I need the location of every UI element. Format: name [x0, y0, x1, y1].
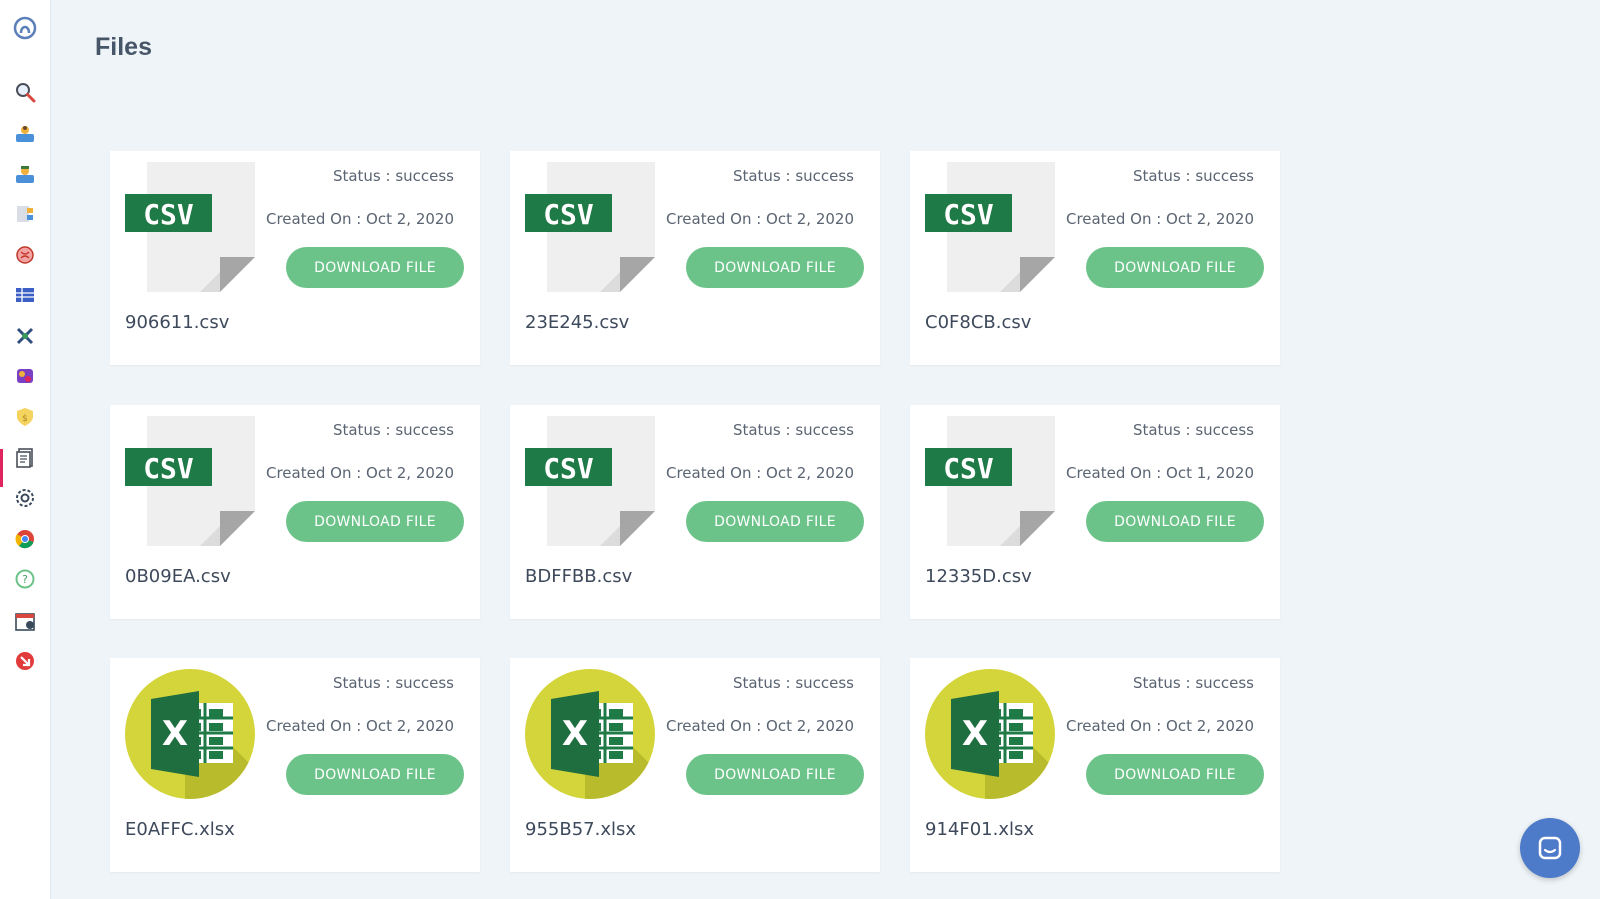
file-status: Status : success — [732, 421, 854, 439]
file-card: X Status : success Created On : Oct 2, 2… — [510, 658, 880, 872]
csv-file-icon: CSV — [925, 162, 1055, 292]
file-card: CSV Status : success Created On : Oct 2,… — [510, 151, 880, 365]
download-file-button[interactable]: DOWNLOAD FILE — [1086, 247, 1264, 288]
svg-text:X: X — [562, 714, 588, 754]
download-file-button[interactable]: DOWNLOAD FILE — [286, 754, 464, 795]
file-created-date: Created On : Oct 2, 2020 — [666, 717, 854, 735]
file-created-date: Created On : Oct 2, 2020 — [1066, 717, 1254, 735]
file-name: 914F01.xlsx — [925, 819, 1035, 840]
team-icon[interactable] — [13, 162, 37, 186]
download-file-button[interactable]: DOWNLOAD FILE — [1086, 754, 1264, 795]
file-created-date: Created On : Oct 2, 2020 — [666, 210, 854, 228]
chrome-icon[interactable] — [13, 527, 37, 551]
svg-text:?: ? — [22, 573, 28, 586]
file-name: 906611.csv — [125, 312, 230, 333]
file-status: Status : success — [732, 167, 854, 185]
file-card: CSV Status : success Created On : Oct 2,… — [510, 405, 880, 619]
file-name: 955B57.xlsx — [525, 819, 637, 840]
file-created-date: Created On : Oct 2, 2020 — [266, 210, 454, 228]
chat-button[interactable] — [1520, 818, 1580, 878]
file-created-date: Created On : Oct 2, 2020 — [266, 464, 454, 482]
puzzle-icon[interactable] — [13, 364, 37, 388]
svg-text:X: X — [162, 714, 188, 754]
svg-text:CSV: CSV — [943, 452, 994, 485]
file-status: Status : success — [1132, 167, 1254, 185]
file-status: Status : success — [1132, 674, 1254, 692]
file-status: Status : success — [1132, 421, 1254, 439]
download-file-button[interactable]: DOWNLOAD FILE — [686, 501, 864, 542]
search-icon[interactable] — [13, 80, 37, 104]
sidebar: $ ? — [0, 0, 51, 899]
csv-file-icon: CSV — [525, 162, 655, 292]
shield-icon[interactable]: $ — [13, 405, 37, 429]
chat-icon — [1538, 836, 1562, 860]
download-file-button[interactable]: DOWNLOAD FILE — [686, 247, 864, 288]
download-file-button[interactable]: DOWNLOAD FILE — [1086, 501, 1264, 542]
download-file-button[interactable]: DOWNLOAD FILE — [686, 754, 864, 795]
file-name: 12335D.csv — [925, 566, 1032, 587]
file-card: X Status : success Created On : Oct 2, 2… — [910, 658, 1280, 872]
logout-icon[interactable] — [13, 649, 37, 673]
brain-icon[interactable] — [13, 243, 37, 267]
file-created-date: Created On : Oct 2, 2020 — [1066, 210, 1254, 228]
excel-file-icon: X — [925, 669, 1055, 799]
file-name: C0F8CB.csv — [925, 312, 1032, 333]
file-card: CSV Status : success Created On : Oct 1,… — [910, 405, 1280, 619]
file-card: CSV Status : success Created On : Oct 2,… — [110, 405, 480, 619]
svg-text:CSV: CSV — [543, 452, 594, 485]
file-name: BDFFBB.csv — [525, 566, 633, 587]
file-name: 0B09EA.csv — [125, 566, 231, 587]
csv-file-icon: CSV — [125, 162, 255, 292]
file-card: CSV Status : success Created On : Oct 2,… — [110, 151, 480, 365]
file-status: Status : success — [332, 421, 454, 439]
file-name: 23E245.csv — [525, 312, 630, 333]
csv-file-icon: CSV — [125, 416, 255, 546]
file-created-date: Created On : Oct 1, 2020 — [1066, 464, 1254, 482]
svg-text:CSV: CSV — [943, 198, 994, 231]
csv-file-icon: CSV — [925, 416, 1055, 546]
csv-file-icon: CSV — [525, 416, 655, 546]
logo-icon[interactable] — [13, 16, 37, 40]
help-icon[interactable]: ? — [13, 567, 37, 591]
svg-text:CSV: CSV — [143, 198, 194, 231]
settings-icon[interactable] — [13, 486, 37, 510]
file-status: Status : success — [732, 674, 854, 692]
svg-text:$: $ — [22, 414, 28, 424]
svg-text:X: X — [962, 714, 988, 754]
file-card: X Status : success Created On : Oct 2, 2… — [110, 658, 480, 872]
satellite-icon[interactable] — [13, 324, 37, 348]
download-file-button[interactable]: DOWNLOAD FILE — [286, 247, 464, 288]
svg-text:CSV: CSV — [543, 198, 594, 231]
file-name: E0AFFC.xlsx — [125, 819, 235, 840]
users-icon[interactable] — [13, 121, 37, 145]
page-title: Files — [95, 33, 152, 61]
files-icon[interactable] — [13, 446, 37, 470]
table-icon[interactable] — [13, 283, 37, 307]
file-card: CSV Status : success Created On : Oct 2,… — [910, 151, 1280, 365]
excel-file-icon: X — [525, 669, 655, 799]
file-status: Status : success — [332, 674, 454, 692]
svg-text:CSV: CSV — [143, 452, 194, 485]
file-created-date: Created On : Oct 2, 2020 — [666, 464, 854, 482]
download-file-button[interactable]: DOWNLOAD FILE — [286, 501, 464, 542]
file-created-date: Created On : Oct 2, 2020 — [266, 717, 454, 735]
contacts-icon[interactable] — [13, 202, 37, 226]
file-status: Status : success — [332, 167, 454, 185]
sidebar-active-indicator — [0, 449, 3, 487]
calendar-icon[interactable] — [13, 609, 37, 633]
excel-file-icon: X — [125, 669, 255, 799]
